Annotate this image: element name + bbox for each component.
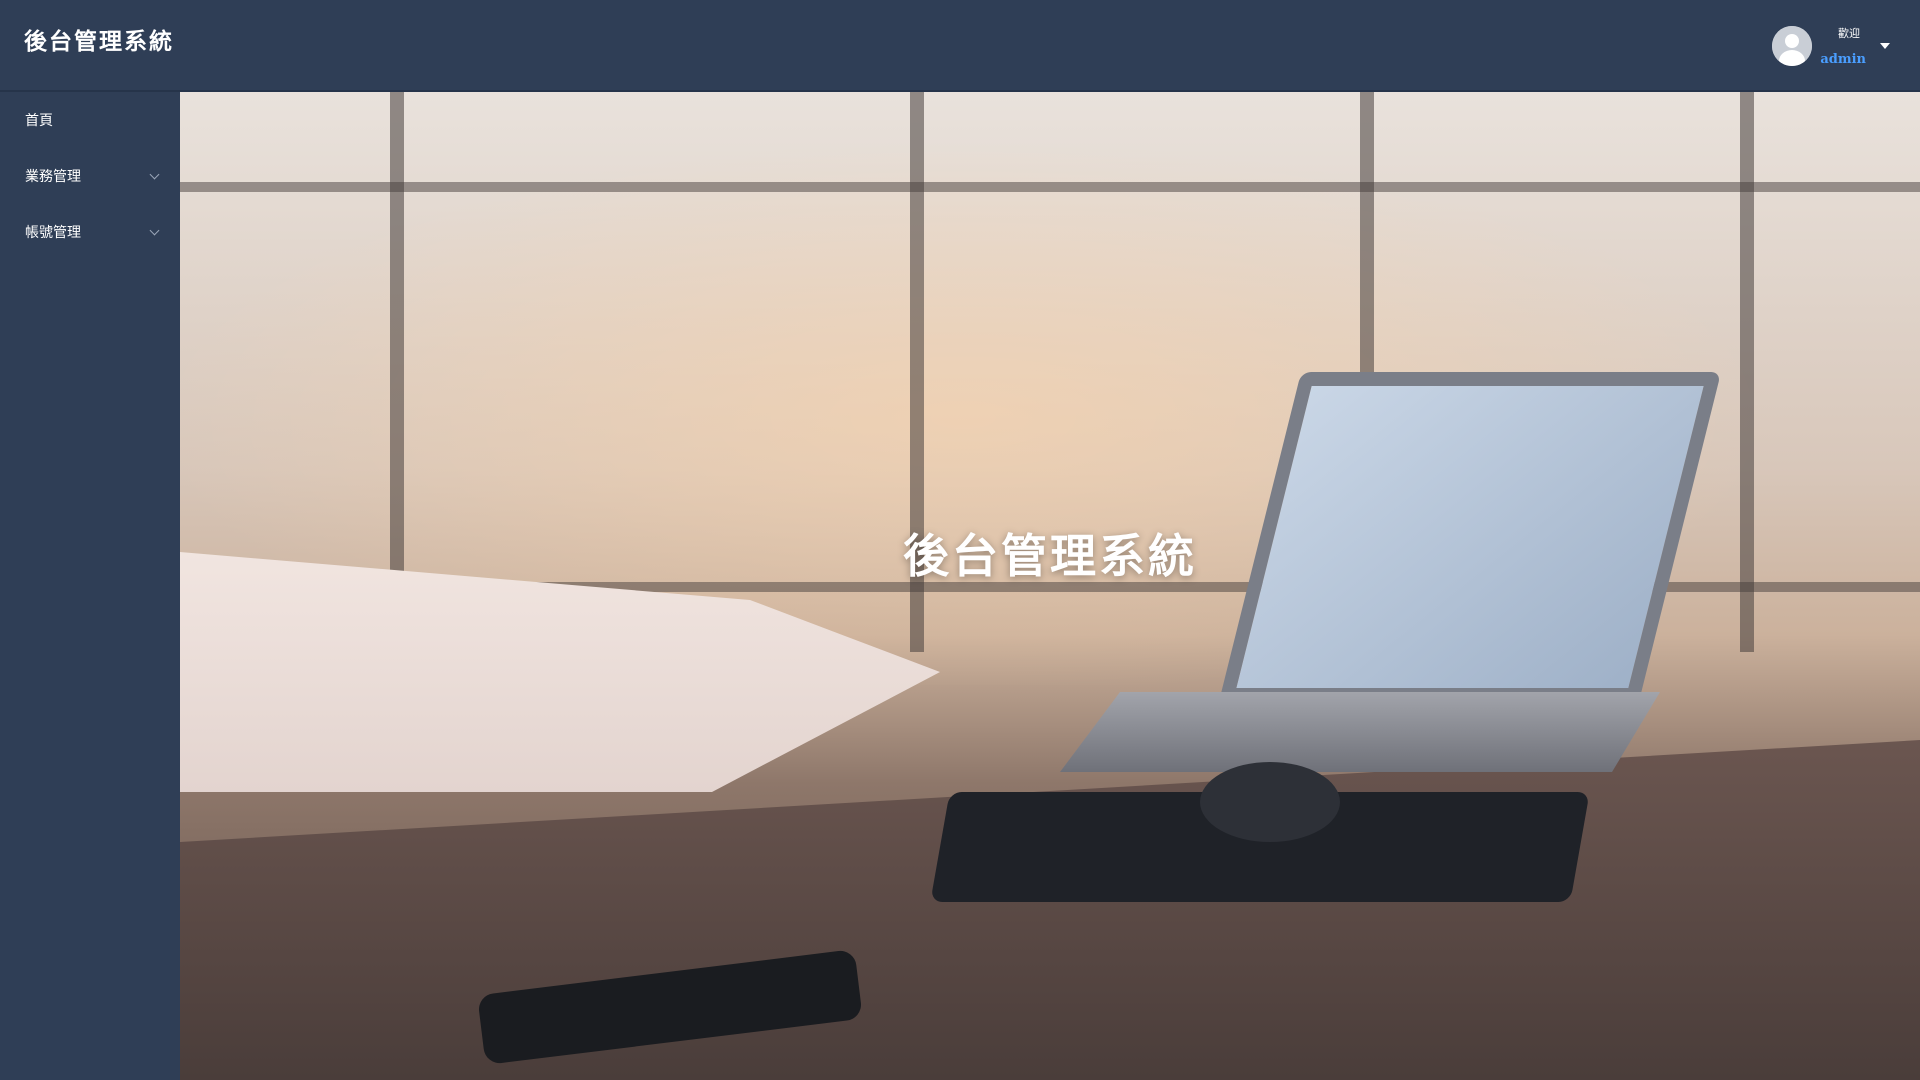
user-avatar-icon[interactable] — [1772, 26, 1813, 66]
username[interactable]: admin — [1820, 52, 1866, 67]
banner-title: 後台管理系統 — [903, 530, 1197, 582]
chevron-down-icon — [149, 225, 160, 235]
sidebar-item-label: 帳號管理 — [25, 225, 81, 241]
caret-down-icon[interactable] — [1880, 43, 1890, 49]
user-info: 歡迎 admin — [1820, 25, 1866, 67]
chevron-down-icon — [149, 169, 160, 179]
sidebar-item-home[interactable]: 首頁 — [0, 92, 180, 148]
top-header: 後台管理系統 歡迎 admin — [0, 0, 1920, 92]
window-frame — [180, 182, 1920, 192]
main-banner: 後台管理系統 — [180, 92, 1920, 1080]
sidebar-item-business-management[interactable]: 業務管理 — [0, 148, 180, 204]
sidebar-item-account-management[interactable]: 帳號管理 — [0, 204, 180, 260]
sidebar: 首頁 業務管理 帳號管理 — [0, 92, 180, 1080]
sidebar-item-label: 首頁 — [25, 113, 53, 129]
welcome-text: 歡迎 — [1838, 27, 1860, 40]
user-menu[interactable]: 歡迎 admin — [1772, 18, 1890, 74]
mouse-image — [1200, 762, 1340, 842]
sidebar-item-label: 業務管理 — [25, 169, 81, 185]
laptop-keyboard-image — [1060, 692, 1660, 772]
app-title: 後台管理系統 — [24, 29, 174, 55]
